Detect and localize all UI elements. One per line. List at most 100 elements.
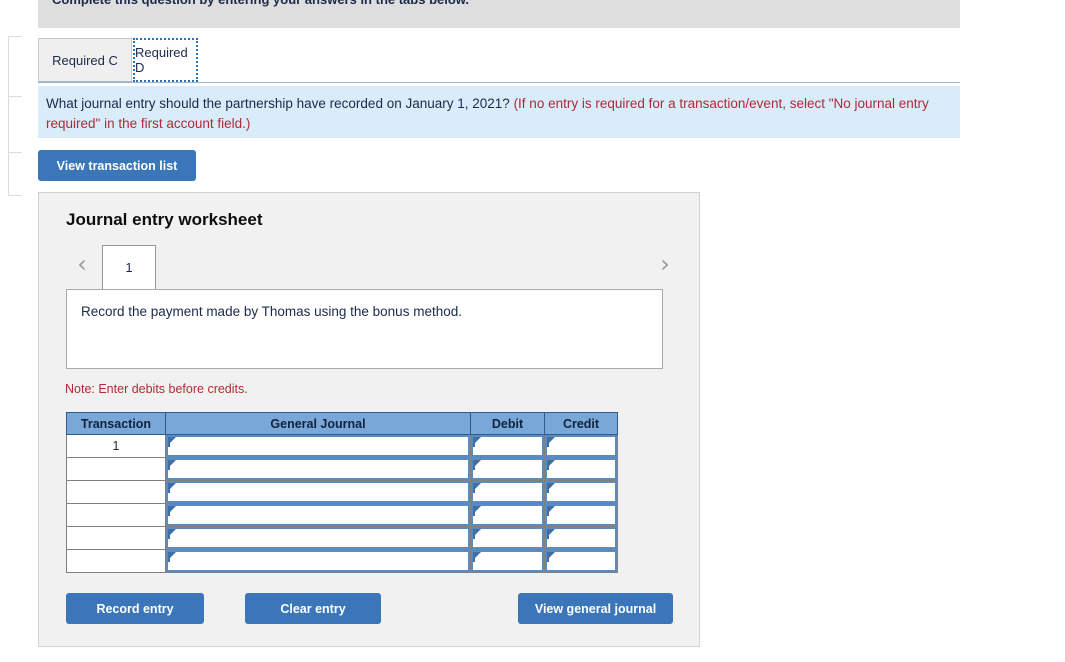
instruction-strip: Complete this question by entering your … [38, 0, 960, 28]
debit-input[interactable] [471, 481, 544, 503]
cell-transaction [66, 503, 166, 527]
tab-underline [38, 82, 960, 83]
required-tabs: Required C Required D [38, 38, 960, 83]
table-row [66, 503, 618, 527]
cell-debit [470, 503, 545, 527]
dropdown-marker-icon [473, 437, 481, 447]
credit-input[interactable] [545, 550, 617, 572]
cell-credit [544, 480, 618, 504]
dropdown-marker-icon [547, 529, 555, 539]
view-transaction-list-button[interactable]: View transaction list [38, 150, 196, 181]
cell-general-journal [165, 526, 471, 550]
table-row [66, 457, 618, 481]
general-journal-input[interactable] [166, 550, 470, 572]
dropdown-marker-icon [473, 529, 481, 539]
debit-input[interactable] [471, 550, 544, 572]
cell-transaction [66, 480, 166, 504]
general-journal-input[interactable] [166, 458, 470, 480]
table-row [66, 526, 618, 550]
chevron-right-icon[interactable]: › [654, 250, 676, 278]
debit-input[interactable] [471, 504, 544, 526]
dropdown-marker-icon [168, 437, 176, 447]
general-journal-input[interactable] [166, 504, 470, 526]
dropdown-marker-icon [473, 460, 481, 470]
table-header-row: Transaction General Journal Debit Credit [66, 412, 618, 435]
general-journal-input[interactable] [166, 435, 470, 457]
chevron-left-icon[interactable]: ‹ [71, 250, 93, 278]
page-root: Complete this question by entering your … [0, 0, 1065, 662]
worksheet-description-box: Record the payment made by Thomas using … [66, 289, 663, 369]
cell-credit [544, 503, 618, 527]
worksheet-title: Journal entry worksheet [66, 210, 263, 229]
panel-seam [9, 152, 22, 153]
dropdown-marker-icon [547, 506, 555, 516]
credit-input[interactable] [545, 527, 617, 549]
dropdown-marker-icon [168, 552, 176, 562]
dropdown-marker-icon [547, 460, 555, 470]
worksheet-page-tab-1[interactable]: 1 [102, 245, 156, 289]
debit-input[interactable] [471, 458, 544, 480]
cell-debit [470, 434, 545, 458]
dropdown-marker-icon [168, 460, 176, 470]
cell-credit [544, 434, 618, 458]
tab-required-c-label: Required C [52, 52, 118, 68]
worksheet-pager: ‹ 1 › [66, 245, 676, 290]
dropdown-marker-icon [473, 483, 481, 493]
cell-credit [544, 549, 618, 573]
journal-entry-worksheet-panel: Journal entry worksheet ‹ 1 › Record the… [38, 192, 700, 647]
cell-general-journal [165, 503, 471, 527]
view-general-journal-button[interactable]: View general journal [518, 593, 673, 624]
cell-credit [544, 457, 618, 481]
cell-debit [470, 549, 545, 573]
cell-general-journal [165, 434, 471, 458]
general-journal-input[interactable] [166, 527, 470, 549]
column-header-credit: Credit [544, 412, 618, 435]
question-main: What journal entry should the partnershi… [46, 96, 510, 111]
cell-transaction [66, 457, 166, 481]
credit-input[interactable] [545, 458, 617, 480]
column-header-general-journal: General Journal [165, 412, 471, 435]
debits-before-credits-note: Note: Enter debits before credits. [65, 382, 248, 396]
column-header-transaction: Transaction [66, 412, 166, 435]
worksheet-description-text: Record the payment made by Thomas using … [81, 304, 462, 319]
cell-debit [470, 457, 545, 481]
question-text: What journal entry should the partnershi… [46, 94, 948, 134]
worksheet-page-number: 1 [125, 260, 133, 275]
debit-input[interactable] [471, 435, 544, 457]
question-banner: What journal entry should the partnershi… [38, 86, 960, 138]
cell-debit [470, 526, 545, 550]
credit-input[interactable] [545, 504, 617, 526]
dropdown-marker-icon [473, 552, 481, 562]
debit-input[interactable] [471, 527, 544, 549]
dropdown-marker-icon [547, 552, 555, 562]
record-entry-button[interactable]: Record entry [66, 593, 204, 624]
general-journal-input[interactable] [166, 481, 470, 503]
panel-seam [9, 96, 22, 97]
cell-transaction [66, 526, 166, 550]
cell-transaction: 1 [66, 434, 166, 458]
cell-general-journal [165, 480, 471, 504]
dropdown-marker-icon [547, 437, 555, 447]
dropdown-marker-icon [168, 506, 176, 516]
credit-input[interactable] [545, 435, 617, 457]
dropdown-marker-icon [547, 483, 555, 493]
cell-general-journal [165, 549, 471, 573]
credit-input[interactable] [545, 481, 617, 503]
table-row: 1 [66, 434, 618, 458]
cell-debit [470, 480, 545, 504]
dropdown-marker-icon [168, 483, 176, 493]
instruction-text: Complete this question by entering your … [52, 0, 469, 7]
table-row [66, 549, 618, 573]
cell-credit [544, 526, 618, 550]
tab-required-c[interactable]: Required C [38, 38, 132, 82]
clear-entry-button[interactable]: Clear entry [245, 593, 381, 624]
dropdown-marker-icon [473, 506, 481, 516]
table-row [66, 480, 618, 504]
cell-general-journal [165, 457, 471, 481]
column-header-debit: Debit [470, 412, 545, 435]
cell-transaction [66, 549, 166, 573]
dropdown-marker-icon [168, 529, 176, 539]
tab-required-d[interactable]: Required D [133, 38, 198, 82]
outer-panel-edge [8, 36, 22, 196]
journal-entry-table: Transaction General Journal Debit Credit… [66, 412, 618, 573]
